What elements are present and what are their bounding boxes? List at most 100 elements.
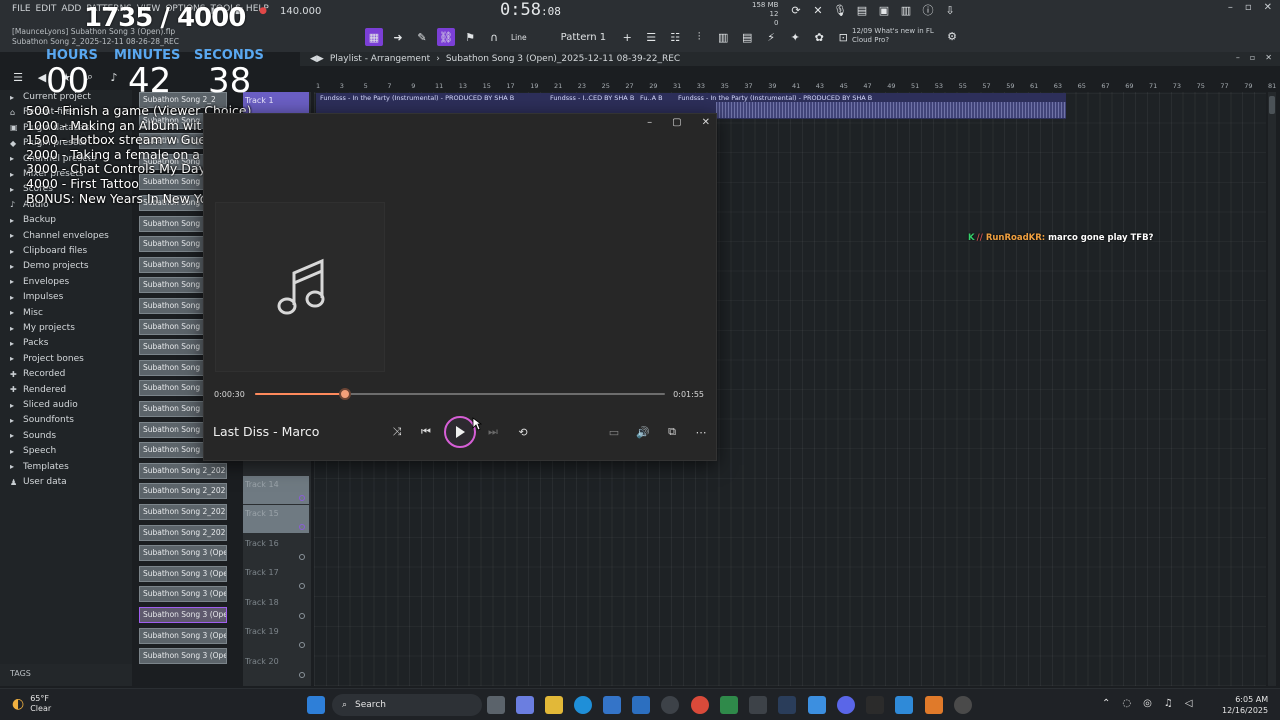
browser-item[interactable]: ▸ Packs — [10, 338, 48, 348]
settings-app-icon[interactable] — [661, 696, 679, 714]
seek-thumb[interactable] — [339, 388, 352, 400]
track-header[interactable]: Track 15 — [243, 505, 309, 533]
weather-widget[interactable]: ◐ 65°F Clear — [12, 694, 51, 714]
track-mute-icon[interactable] — [299, 554, 305, 560]
file-explorer-icon[interactable] — [545, 696, 563, 714]
pattern-selector[interactable]: Pattern 1 — [561, 32, 607, 43]
menu-item[interactable]: EDIT — [36, 4, 57, 14]
file-item[interactable]: Subathon Song 3 (Open)... — [139, 586, 227, 603]
track-header[interactable]: Track 20 — [243, 653, 309, 681]
file-item[interactable]: Subathon Song 3 (Open)... — [139, 648, 227, 665]
discord-icon[interactable] — [837, 696, 855, 714]
add-pattern-icon[interactable]: + — [618, 28, 636, 46]
save-icon[interactable]: ▣ — [876, 2, 892, 18]
task-view-icon[interactable] — [487, 696, 505, 714]
repeat-off-icon[interactable]: ⟲ — [514, 423, 532, 441]
arrow-icon[interactable]: ➜ — [389, 28, 407, 46]
file-item[interactable]: Subathon Song 2_2025-1... — [139, 462, 227, 479]
browser-item[interactable]: ▸ Sliced audio — [10, 400, 78, 410]
menu-item[interactable]: ADD — [61, 4, 81, 14]
browser-item[interactable]: ▸ Misc — [10, 308, 43, 318]
browser-item[interactable]: ▸ Project bones — [10, 354, 84, 364]
link-icon[interactable]: ⛓ — [437, 28, 455, 46]
track-mute-icon[interactable] — [299, 495, 305, 501]
vertical-scrollbar[interactable] — [1268, 92, 1276, 686]
outlook-icon[interactable] — [632, 696, 650, 714]
settings-icon[interactable]: ⚙ — [944, 28, 960, 44]
file-item[interactable]: Subathon Song 2_2025-1... — [139, 524, 227, 541]
player-maximize-icon[interactable]: ▢ — [672, 117, 681, 128]
file-item[interactable]: Subathon Song 3 (Open)... — [139, 607, 227, 623]
file-item[interactable]: Subathon Song 3 (Open)... — [139, 565, 227, 582]
snap-icon[interactable]: ▦ — [365, 28, 383, 46]
timeline-ruler[interactable]: 1 3 5 7 9 11 13 15 17 19 21 23 25 27 29 31 33 35 37 39 41 43 4… — [316, 82, 1276, 92]
render-icon[interactable]: ▥ — [898, 2, 914, 18]
steam-icon[interactable] — [778, 696, 796, 714]
track-mute-icon[interactable] — [299, 642, 305, 648]
menu-item[interactable]: FILE — [12, 4, 31, 14]
store-icon[interactable] — [603, 696, 621, 714]
stamp-icon[interactable]: ⚑ — [461, 28, 479, 46]
browser-item[interactable]: ▸ Channel envelopes — [10, 231, 109, 241]
piano-roll-icon[interactable]: ▥ — [714, 28, 732, 46]
shuffle-icon[interactable]: ⤨ — [388, 423, 406, 441]
track-mute-icon[interactable] — [299, 613, 305, 619]
browser-item[interactable]: ▸ My projects — [10, 323, 75, 333]
fl-studio-icon[interactable] — [925, 696, 943, 714]
tempo-display[interactable]: 140.000 — [280, 6, 321, 17]
windows-start-icon[interactable] — [307, 696, 325, 714]
browser-item[interactable]: ▸ Envelopes — [10, 277, 69, 287]
player-minimize-icon[interactable]: – — [647, 117, 652, 128]
export-icon[interactable]: ⇩ — [942, 2, 958, 18]
scrollbar-thumb[interactable] — [1269, 96, 1275, 114]
browser-item[interactable]: ▸ Soundfonts — [10, 415, 74, 425]
more-options-icon[interactable]: ⋯ — [692, 423, 710, 441]
wrench-icon[interactable]: ✦ — [786, 28, 804, 46]
network-icon[interactable]: ◎ — [1143, 698, 1152, 709]
tray-app-icon[interactable]: ◌ — [1122, 698, 1131, 709]
tools-icon[interactable]: ✕ — [810, 2, 826, 18]
seek-bar[interactable] — [255, 388, 665, 400]
microphone-icon[interactable]: 🎙 — [832, 2, 848, 18]
browser-item[interactable]: ▸ Impulses — [10, 292, 63, 302]
magnet-icon[interactable]: ∩ — [485, 28, 503, 46]
copilot-icon[interactable] — [516, 696, 534, 714]
track-header[interactable]: Track 17 — [243, 564, 309, 592]
track-header[interactable]: Track 18 — [243, 594, 309, 622]
mixer-icon[interactable]: ⫶ — [690, 28, 708, 46]
playlist-maximize-icon[interactable]: ▫ — [1250, 53, 1255, 62]
previous-icon[interactable]: ⏮ — [417, 423, 435, 441]
browser-item[interactable]: ▸ Demo projects — [10, 261, 89, 271]
browser-item[interactable]: ♟ User data — [10, 477, 67, 487]
tags-bar[interactable]: TAGS — [0, 664, 132, 686]
playlist-arrow-icon[interactable]: ◀▶ — [310, 54, 324, 64]
snap-mode-label[interactable]: Line — [511, 33, 527, 42]
news-panel[interactable]: 12/09 What's new in FL Cloud Pro? — [852, 27, 934, 45]
track-header[interactable]: Track 14 — [243, 476, 309, 504]
maximize-icon[interactable]: ▫ — [1245, 2, 1252, 13]
playlist-crumb[interactable]: Subathon Song 3 (Open)_2025-12-11 08-39-… — [446, 54, 680, 64]
paint-icon[interactable]: ✿ — [810, 28, 828, 46]
volume-tray-icon[interactable]: ◁ — [1185, 698, 1193, 709]
next-icon[interactable]: ⏭ — [484, 423, 502, 441]
taskbar-search[interactable]: ⌕ Search — [332, 694, 482, 716]
browser-icon[interactable]: ▤ — [738, 28, 756, 46]
minimize-icon[interactable]: – — [1228, 2, 1233, 13]
refresh-icon[interactable]: ⟳ — [788, 2, 804, 18]
browser-item[interactable]: ▸ Speech — [10, 446, 56, 456]
track-mute-icon[interactable] — [299, 583, 305, 589]
player-close-icon[interactable]: ✕ — [702, 117, 710, 128]
volume-icon[interactable]: 🔊 — [634, 423, 652, 441]
channel-rack-icon[interactable]: ☷ — [666, 28, 684, 46]
taskbar-clock[interactable]: 6:05 AM 12/16/2025 — [1222, 694, 1268, 716]
file-item[interactable]: Subathon Song 3 (Open)... — [139, 545, 227, 562]
mic-tray-icon[interactable]: ♫ — [1164, 698, 1173, 709]
media-player-app-icon[interactable] — [954, 696, 972, 714]
playlist-close-icon[interactable]: ✕ — [1265, 53, 1272, 62]
browser-item[interactable]: ▸ Backup — [10, 215, 56, 225]
browser-item[interactable]: ▸ Clipboard files — [10, 246, 87, 256]
chrome-icon[interactable] — [691, 696, 709, 714]
notepad-icon[interactable] — [808, 696, 826, 714]
track-mute-icon[interactable] — [299, 524, 305, 530]
edge-icon[interactable] — [574, 696, 592, 714]
